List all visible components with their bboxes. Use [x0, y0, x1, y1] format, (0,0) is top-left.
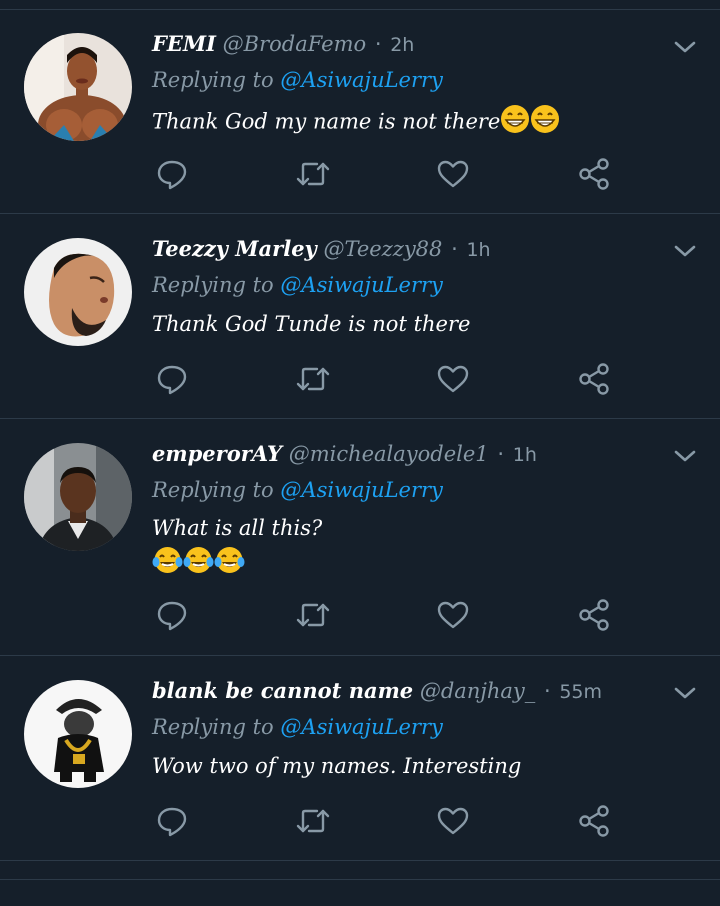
retweet-button[interactable]	[293, 359, 333, 399]
tears-of-joy-icon	[183, 545, 214, 579]
tweet-header: Teezzy Marley @Teezzy88 · 1h	[152, 236, 491, 263]
avatar[interactable]	[24, 680, 132, 788]
timestamp[interactable]: 1h	[466, 239, 490, 261]
display-name[interactable]: emperorAY	[152, 441, 282, 466]
replying-to-label: Replying to	[152, 478, 274, 502]
avatar[interactable]	[24, 238, 132, 346]
tweet-header: FEMI @BrodaFemo · 2h	[152, 31, 414, 58]
user-handle[interactable]: @michealayodele1	[289, 442, 489, 466]
retweet-button[interactable]	[293, 595, 333, 635]
avatar[interactable]	[24, 33, 132, 141]
display-name[interactable]: blank be cannot name	[152, 678, 413, 703]
user-handle[interactable]: @Teezzy88	[323, 237, 442, 261]
emoji-line	[152, 545, 245, 579]
separator-dot: ·	[543, 679, 551, 703]
tweet-text: What is all this?	[152, 513, 322, 543]
like-button[interactable]	[433, 595, 473, 635]
grinning-face-icon	[530, 104, 560, 142]
mention-link[interactable]: @AsiwajuLerry	[280, 478, 443, 502]
tweet-text-content: Wow two of my names. Interesting	[152, 754, 522, 778]
reply-icon	[157, 601, 187, 631]
bottom-divider	[0, 879, 720, 880]
tweet-text-content: Thank God Tunde is not there	[152, 312, 471, 336]
tweet-text: Thank God Tunde is not there	[152, 309, 470, 339]
grinning-face-icon	[500, 104, 530, 142]
share-button[interactable]	[574, 801, 614, 841]
timestamp[interactable]: 1h	[513, 444, 537, 466]
tweet-text-content: Thank God my name is not there	[152, 109, 501, 134]
chevron-down-icon[interactable]	[672, 38, 698, 56]
timestamp[interactable]: 2h	[390, 34, 414, 56]
reply-button[interactable]	[152, 359, 192, 399]
avatar[interactable]	[24, 443, 132, 551]
timestamp[interactable]: 55m	[559, 681, 602, 703]
mention-link[interactable]: @AsiwajuLerry	[280, 273, 443, 297]
reply-button[interactable]	[152, 154, 192, 194]
like-button[interactable]	[433, 154, 473, 194]
user-handle[interactable]: @BrodaFemo	[223, 32, 366, 56]
share-icon	[579, 599, 609, 631]
like-button[interactable]	[433, 801, 473, 841]
heart-icon	[437, 601, 469, 629]
reply-button[interactable]	[152, 801, 192, 841]
display-name[interactable]: FEMI	[152, 31, 216, 56]
replying-to-label: Replying to	[152, 273, 274, 297]
chevron-down-icon[interactable]	[672, 242, 698, 260]
retweet-button[interactable]	[293, 154, 333, 194]
share-button[interactable]	[574, 359, 614, 399]
retweet-icon	[296, 603, 330, 627]
chevron-down-icon[interactable]	[672, 447, 698, 465]
tweet-header: emperorAY @michealayodele1 · 1h	[152, 441, 537, 468]
retweet-icon	[296, 367, 330, 391]
share-icon	[579, 805, 609, 837]
mention-link[interactable]: @AsiwajuLerry	[280, 68, 443, 92]
share-icon	[579, 158, 609, 190]
replying-to: Replying to @AsiwajuLerry	[152, 714, 443, 740]
reply-icon	[157, 365, 187, 395]
tweet-card[interactable]: blank be cannot name @danjhay_ · 55m Rep…	[0, 656, 720, 861]
replying-to-label: Replying to	[152, 68, 274, 92]
replying-to: Replying to @AsiwajuLerry	[152, 477, 443, 503]
tears-of-joy-icon	[214, 545, 245, 579]
retweet-icon	[296, 809, 330, 833]
retweet-icon	[296, 162, 330, 186]
heart-icon	[437, 160, 469, 188]
tweet-text: Wow two of my names. Interesting	[152, 751, 521, 781]
share-button[interactable]	[574, 154, 614, 194]
separator-dot: ·	[497, 442, 505, 466]
share-icon	[579, 363, 609, 395]
tweet-card[interactable]: emperorAY @michealayodele1 · 1h Replying…	[0, 419, 720, 656]
mention-link[interactable]: @AsiwajuLerry	[280, 715, 443, 739]
heart-icon	[437, 365, 469, 393]
tweet-text: Thank God my name is not there	[152, 104, 560, 142]
heart-icon	[437, 807, 469, 835]
reply-icon	[157, 807, 187, 837]
chevron-down-icon[interactable]	[672, 684, 698, 702]
retweet-button[interactable]	[293, 801, 333, 841]
replying-to: Replying to @AsiwajuLerry	[152, 272, 443, 298]
tweet-card[interactable]: FEMI @BrodaFemo · 2h Replying to @Asiwaj…	[0, 10, 720, 214]
tweet-header: blank be cannot name @danjhay_ · 55m	[152, 678, 602, 705]
display-name[interactable]: Teezzy Marley	[152, 236, 317, 261]
replying-to-label: Replying to	[152, 715, 274, 739]
tweet-text-content: What is all this?	[152, 516, 323, 540]
replying-to: Replying to @AsiwajuLerry	[152, 67, 443, 93]
tweet-card[interactable]: Teezzy Marley @Teezzy88 · 1h Replying to…	[0, 214, 720, 419]
reply-icon	[157, 160, 187, 190]
user-handle[interactable]: @danjhay_	[420, 679, 535, 703]
tears-of-joy-icon	[152, 545, 183, 579]
reply-button[interactable]	[152, 595, 192, 635]
separator-dot: ·	[451, 237, 458, 261]
share-button[interactable]	[574, 595, 614, 635]
separator-dot: ·	[374, 32, 382, 56]
like-button[interactable]	[433, 359, 473, 399]
